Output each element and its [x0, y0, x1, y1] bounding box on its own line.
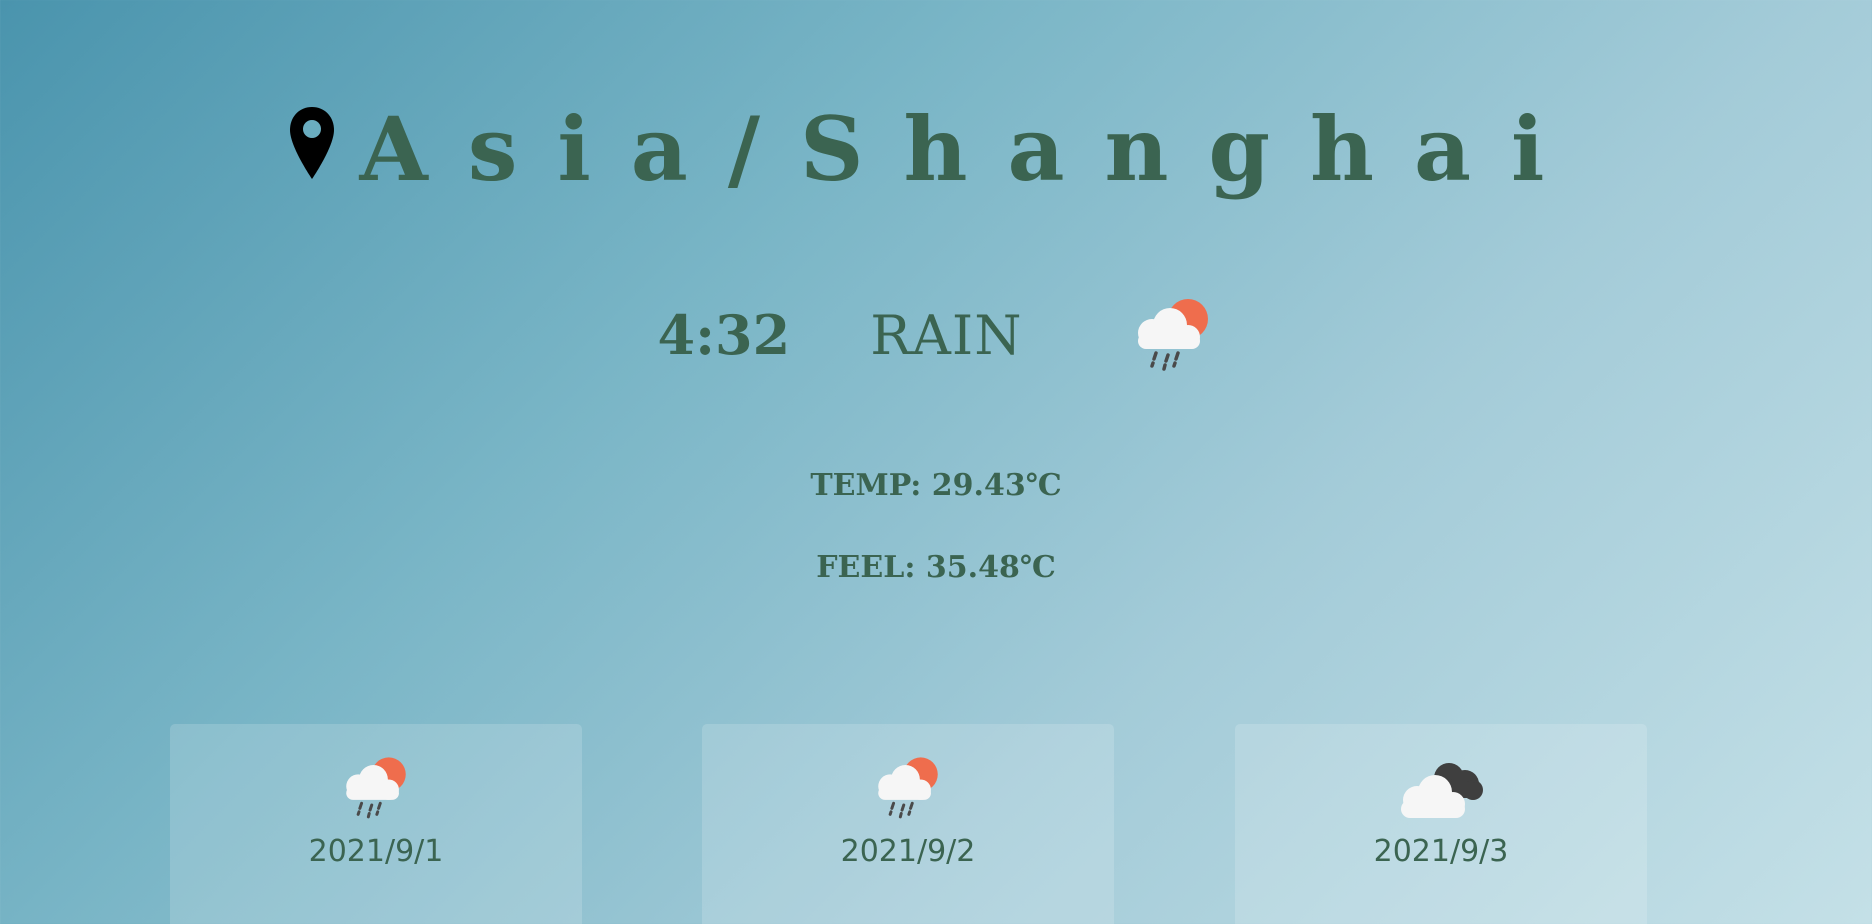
forecast-card: 2021/9/1 [170, 724, 582, 924]
sun-rain-cloud-icon [346, 757, 406, 819]
location-header: Asia/Shanghai [0, 105, 1872, 193]
sun-rain-cloud-icon [878, 757, 938, 819]
weather-description: RAIN [870, 303, 1023, 367]
forecast-date: 2021/9/3 [1373, 834, 1509, 869]
forecast-card: 2021/9/3 [1235, 724, 1647, 924]
map-pin-icon [289, 107, 334, 179]
city-name: Asia/Shanghai [359, 97, 1585, 201]
current-weather-row: 4:32 RAIN [0, 295, 1872, 375]
dark-cloud-icon [1401, 763, 1483, 818]
feels-like: FEEL: 35.48℃ [816, 550, 1056, 585]
temperature: TEMP: 29.43℃ [810, 468, 1062, 503]
forecast-card: 2021/9/2 [702, 724, 1114, 924]
forecast-list: 2021/9/1 2021/9/2 2021/9/3 [0, 724, 1872, 924]
forecast-date: 2021/9/1 [308, 834, 444, 869]
forecast-date: 2021/9/2 [840, 834, 976, 869]
current-time: 4:32 [657, 303, 791, 367]
sun-rain-cloud-icon [1138, 299, 1209, 371]
